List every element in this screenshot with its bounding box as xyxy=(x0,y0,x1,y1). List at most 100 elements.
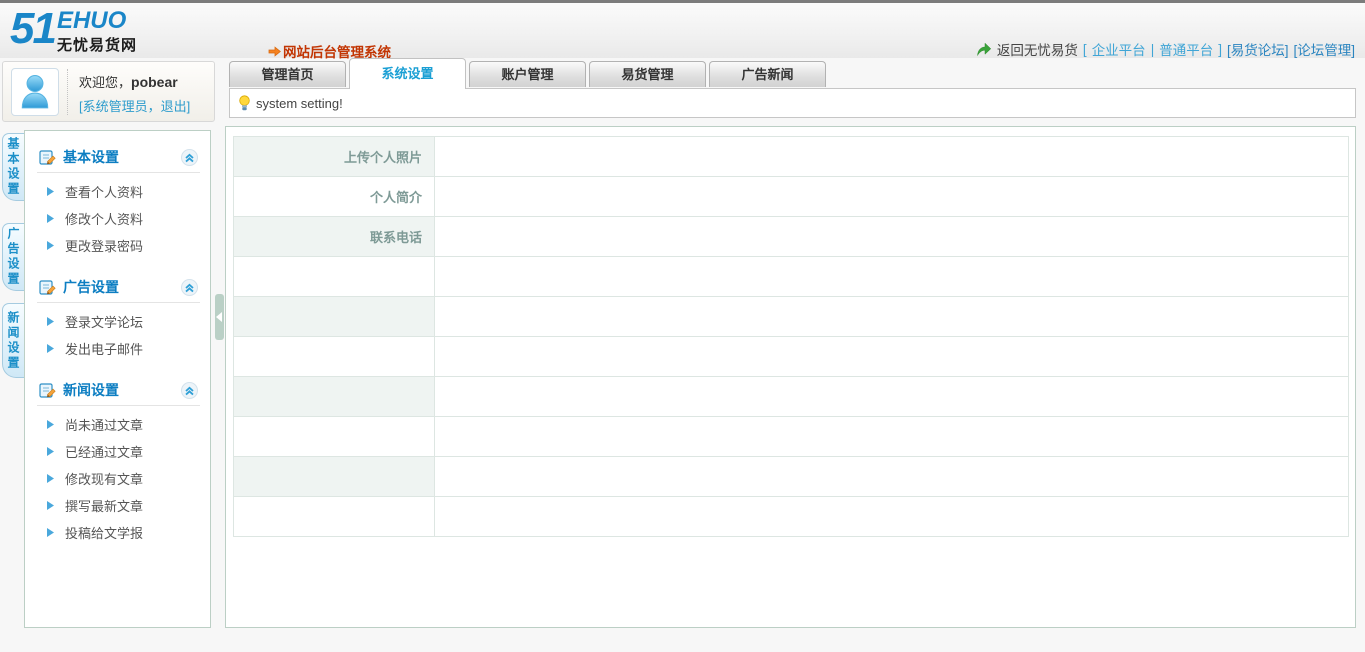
logo-subtitle: 无忧易货网 xyxy=(56,37,137,54)
barter-forum-link[interactable]: [易货论坛] xyxy=(1227,39,1289,59)
menu-item-label: 更改登录密码 xyxy=(65,239,144,254)
site-logo: 51 EHUO 无忧易货网 xyxy=(10,7,137,55)
logo-word: EHUO xyxy=(56,7,127,34)
menu-item-label: 发出电子邮件 xyxy=(65,342,144,357)
field-label-upload-photo: 上传个人照片 xyxy=(233,136,435,177)
back-to-51ehuo-link[interactable]: 返回无忧易货 xyxy=(997,39,1078,59)
triangle-bullet-icon xyxy=(47,344,54,353)
tab-admin-home[interactable]: 管理首页 xyxy=(229,61,346,87)
main-content-panel: 上传个人照片 个人简介 联系电话 xyxy=(225,126,1356,628)
green-return-arrow-icon xyxy=(976,42,992,57)
menu-item-label: 修改个人资料 xyxy=(65,212,144,227)
collapse-chevron-icon[interactable] xyxy=(181,148,198,166)
menu-item-label: 已经通过文章 xyxy=(65,445,144,460)
triangle-bullet-icon xyxy=(47,214,54,223)
field-value xyxy=(434,296,1349,337)
user-welcome-panel: 欢迎您，pobear [系统管理员，退出] xyxy=(2,61,215,122)
table-row xyxy=(233,496,1349,537)
field-label-empty xyxy=(233,376,435,417)
field-label-contact-phone: 联系电话 xyxy=(233,216,435,257)
tab-ad-news[interactable]: 广告新闻 xyxy=(709,61,826,87)
menu-item-view-profile[interactable]: 查看个人资料 xyxy=(37,178,200,205)
menu-header-news[interactable]: 新闻设置 xyxy=(37,376,200,406)
triangle-bullet-icon xyxy=(47,420,54,429)
vertical-tab-basic-settings[interactable]: 基本设置 xyxy=(2,133,24,201)
menu-item-write-article[interactable]: 撰写最新文章 xyxy=(37,492,200,519)
menu-item-edit-profile[interactable]: 修改个人资料 xyxy=(37,205,200,232)
table-row xyxy=(233,456,1349,497)
menu-item-send-email[interactable]: 发出电子邮件 xyxy=(37,335,200,362)
field-value xyxy=(434,336,1349,377)
collapse-chevron-icon[interactable] xyxy=(181,278,198,296)
field-label-personal-intro: 个人简介 xyxy=(233,176,435,217)
menu-item-label: 修改现有文章 xyxy=(65,472,144,487)
menu-item-label: 登录文学论坛 xyxy=(65,315,144,330)
table-row xyxy=(233,416,1349,457)
field-label-empty xyxy=(233,336,435,377)
table-row xyxy=(233,256,1349,297)
table-row: 联系电话 xyxy=(233,216,1349,257)
link-divider: | xyxy=(1150,41,1155,57)
main-tab-bar: 管理首页 系统设置 账户管理 易货管理 广告新闻 xyxy=(229,58,826,89)
menu-section-basic: 基本设置 查看个人资料 修改个人资料 更改登录密码 xyxy=(37,143,200,269)
menu-item-label: 尚未通过文章 xyxy=(65,418,144,433)
tab-system-settings[interactable]: 系统设置 xyxy=(349,58,466,89)
notice-bar: system setting! xyxy=(229,88,1356,118)
menu-item-label: 查看个人资料 xyxy=(65,185,144,200)
sidebar-collapse-handle[interactable] xyxy=(215,294,224,340)
triangle-bullet-icon xyxy=(47,187,54,196)
field-value xyxy=(434,216,1349,257)
notepad-pencil-icon xyxy=(39,149,56,166)
menu-header-basic[interactable]: 基本设置 xyxy=(37,143,200,173)
triangle-bullet-icon xyxy=(47,501,54,510)
field-value xyxy=(434,416,1349,457)
field-value xyxy=(434,136,1349,177)
welcome-message: 欢迎您，pobear xyxy=(79,72,178,91)
lightbulb-icon xyxy=(238,94,251,112)
table-row: 个人简介 xyxy=(233,176,1349,217)
menu-item-label: 投稿给文学报 xyxy=(65,526,144,541)
menu-item-login-forum[interactable]: 登录文学论坛 xyxy=(37,308,200,335)
menu-item-submit-article[interactable]: 投稿给文学报 xyxy=(37,519,200,546)
vertical-tab-ad-settings[interactable]: 广告设置 xyxy=(2,223,24,291)
general-platform-link[interactable]: 普通平台 xyxy=(1159,39,1213,59)
menu-item-label: 撰写最新文章 xyxy=(65,499,144,514)
menu-section-title: 广告设置 xyxy=(63,279,119,295)
menu-header-ads[interactable]: 广告设置 xyxy=(37,273,200,303)
field-value xyxy=(434,456,1349,497)
table-row xyxy=(233,376,1349,417)
menu-item-approved-articles[interactable]: 已经通过文章 xyxy=(37,438,200,465)
top-header: 51 EHUO 无忧易货网 网站后台管理系统 返回无忧易货 [ 企业平台 | 普… xyxy=(0,0,1365,60)
table-row xyxy=(233,296,1349,337)
field-value xyxy=(434,376,1349,417)
field-value xyxy=(434,256,1349,297)
tab-account-management[interactable]: 账户管理 xyxy=(469,61,586,87)
field-label-empty xyxy=(233,416,435,457)
menu-item-edit-articles[interactable]: 修改现有文章 xyxy=(37,465,200,492)
bracket-close: ] xyxy=(1218,41,1222,57)
welcome-prefix: 欢迎您， xyxy=(79,75,132,90)
menu-item-pending-articles[interactable]: 尚未通过文章 xyxy=(37,411,200,438)
collapse-chevron-icon[interactable] xyxy=(181,381,198,399)
tab-barter-management[interactable]: 易货管理 xyxy=(589,61,706,87)
forum-admin-link[interactable]: [论坛管理] xyxy=(1293,39,1355,59)
field-label-empty xyxy=(233,496,435,537)
notepad-pencil-icon xyxy=(39,382,56,399)
field-value xyxy=(434,176,1349,217)
profile-form-table: 上传个人照片 个人简介 联系电话 xyxy=(233,136,1349,537)
enterprise-platform-link[interactable]: 企业平台 xyxy=(1092,39,1146,59)
menu-item-change-password[interactable]: 更改登录密码 xyxy=(37,232,200,259)
triangle-bullet-icon xyxy=(47,241,54,250)
triangle-bullet-icon xyxy=(47,317,54,326)
divider xyxy=(67,69,68,115)
menu-section-title: 新闻设置 xyxy=(63,382,119,398)
notepad-pencil-icon xyxy=(39,279,56,296)
table-row xyxy=(233,336,1349,377)
notice-text: system setting! xyxy=(256,95,343,111)
field-label-empty xyxy=(233,456,435,497)
admin-console: 51 EHUO 无忧易货网 网站后台管理系统 返回无忧易货 [ 企业平台 | 普… xyxy=(0,0,1365,652)
triangle-bullet-icon xyxy=(47,528,54,537)
vertical-tab-news-settings[interactable]: 新闻设置 xyxy=(2,303,24,378)
field-label-empty xyxy=(233,256,435,297)
role-logout-link[interactable]: [系统管理员，退出] xyxy=(79,96,190,115)
